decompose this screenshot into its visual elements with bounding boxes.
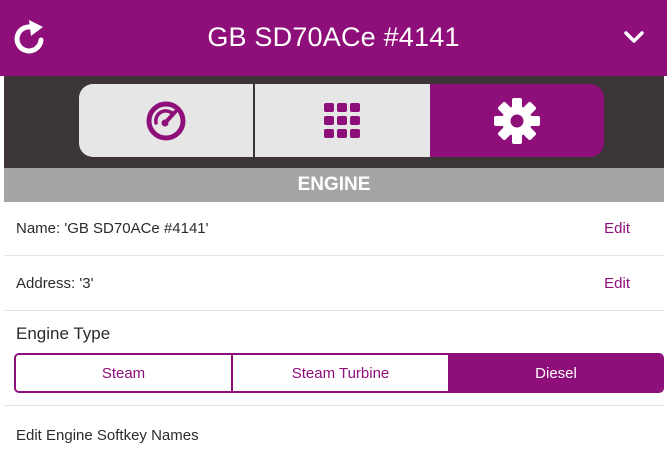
edit-softkey-names-link[interactable]: Edit Engine Softkey Names bbox=[16, 427, 199, 444]
tab-throttle[interactable] bbox=[79, 84, 254, 157]
tab-functions[interactable] bbox=[253, 84, 430, 157]
engine-type-label: Engine Type bbox=[16, 324, 111, 343]
engine-type-steam[interactable]: Steam bbox=[16, 355, 231, 391]
divider bbox=[4, 405, 664, 406]
gear-icon bbox=[493, 97, 540, 144]
chevron-down-icon[interactable] bbox=[623, 29, 645, 45]
name-label: Name: 'GB SD70ACe #4141' bbox=[16, 220, 209, 237]
edit-address-button[interactable]: Edit bbox=[604, 275, 630, 292]
tab-bar bbox=[4, 76, 664, 168]
address-row: Address: '3' Edit bbox=[4, 257, 664, 311]
section-header: ENGINE bbox=[4, 168, 664, 202]
tab-group bbox=[79, 84, 604, 157]
tab-settings[interactable] bbox=[429, 84, 604, 157]
address-label: Address: '3' bbox=[16, 275, 94, 292]
engine-type-steam-turbine[interactable]: Steam Turbine bbox=[231, 355, 448, 391]
page-title: GB SD70ACe #4141 bbox=[207, 22, 460, 52]
title-bar: GB SD70ACe #4141 bbox=[0, 0, 667, 76]
keypad-grid-icon bbox=[324, 102, 361, 138]
engine-type-selector: Steam Steam Turbine Diesel bbox=[14, 353, 664, 393]
engine-type-diesel[interactable]: Diesel bbox=[448, 355, 662, 391]
edit-name-button[interactable]: Edit bbox=[604, 220, 630, 237]
name-row: Name: 'GB SD70ACe #4141' Edit bbox=[4, 202, 664, 256]
speedometer-icon bbox=[146, 101, 186, 140]
